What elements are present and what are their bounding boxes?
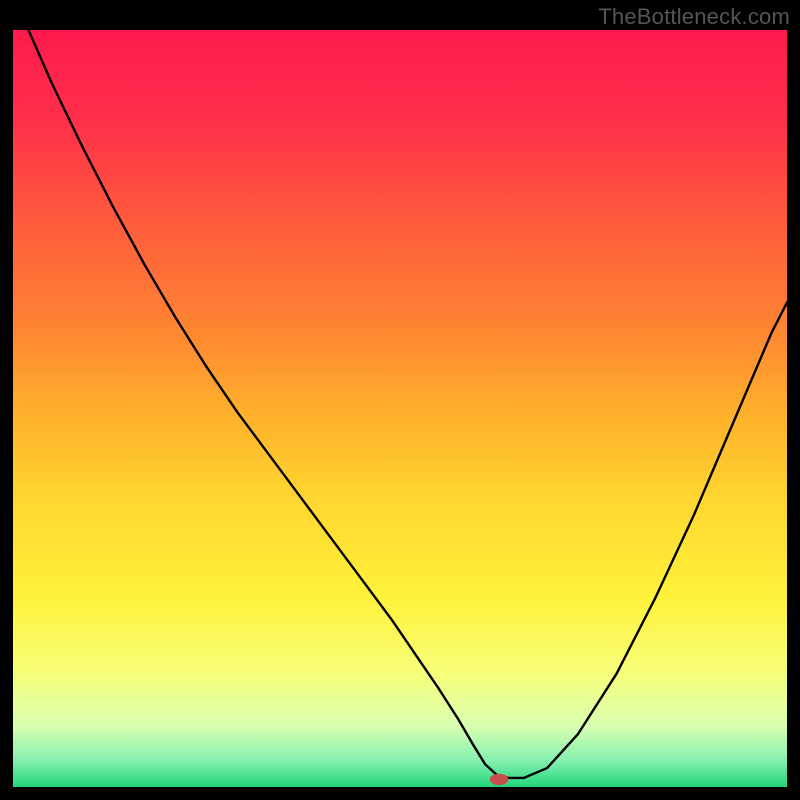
plot-area xyxy=(13,30,787,787)
bottleneck-chart xyxy=(13,30,787,787)
gradient-background xyxy=(13,30,787,787)
optimum-marker xyxy=(490,774,509,785)
watermark-text: TheBottleneck.com xyxy=(598,4,790,30)
chart-frame: TheBottleneck.com xyxy=(0,0,800,800)
